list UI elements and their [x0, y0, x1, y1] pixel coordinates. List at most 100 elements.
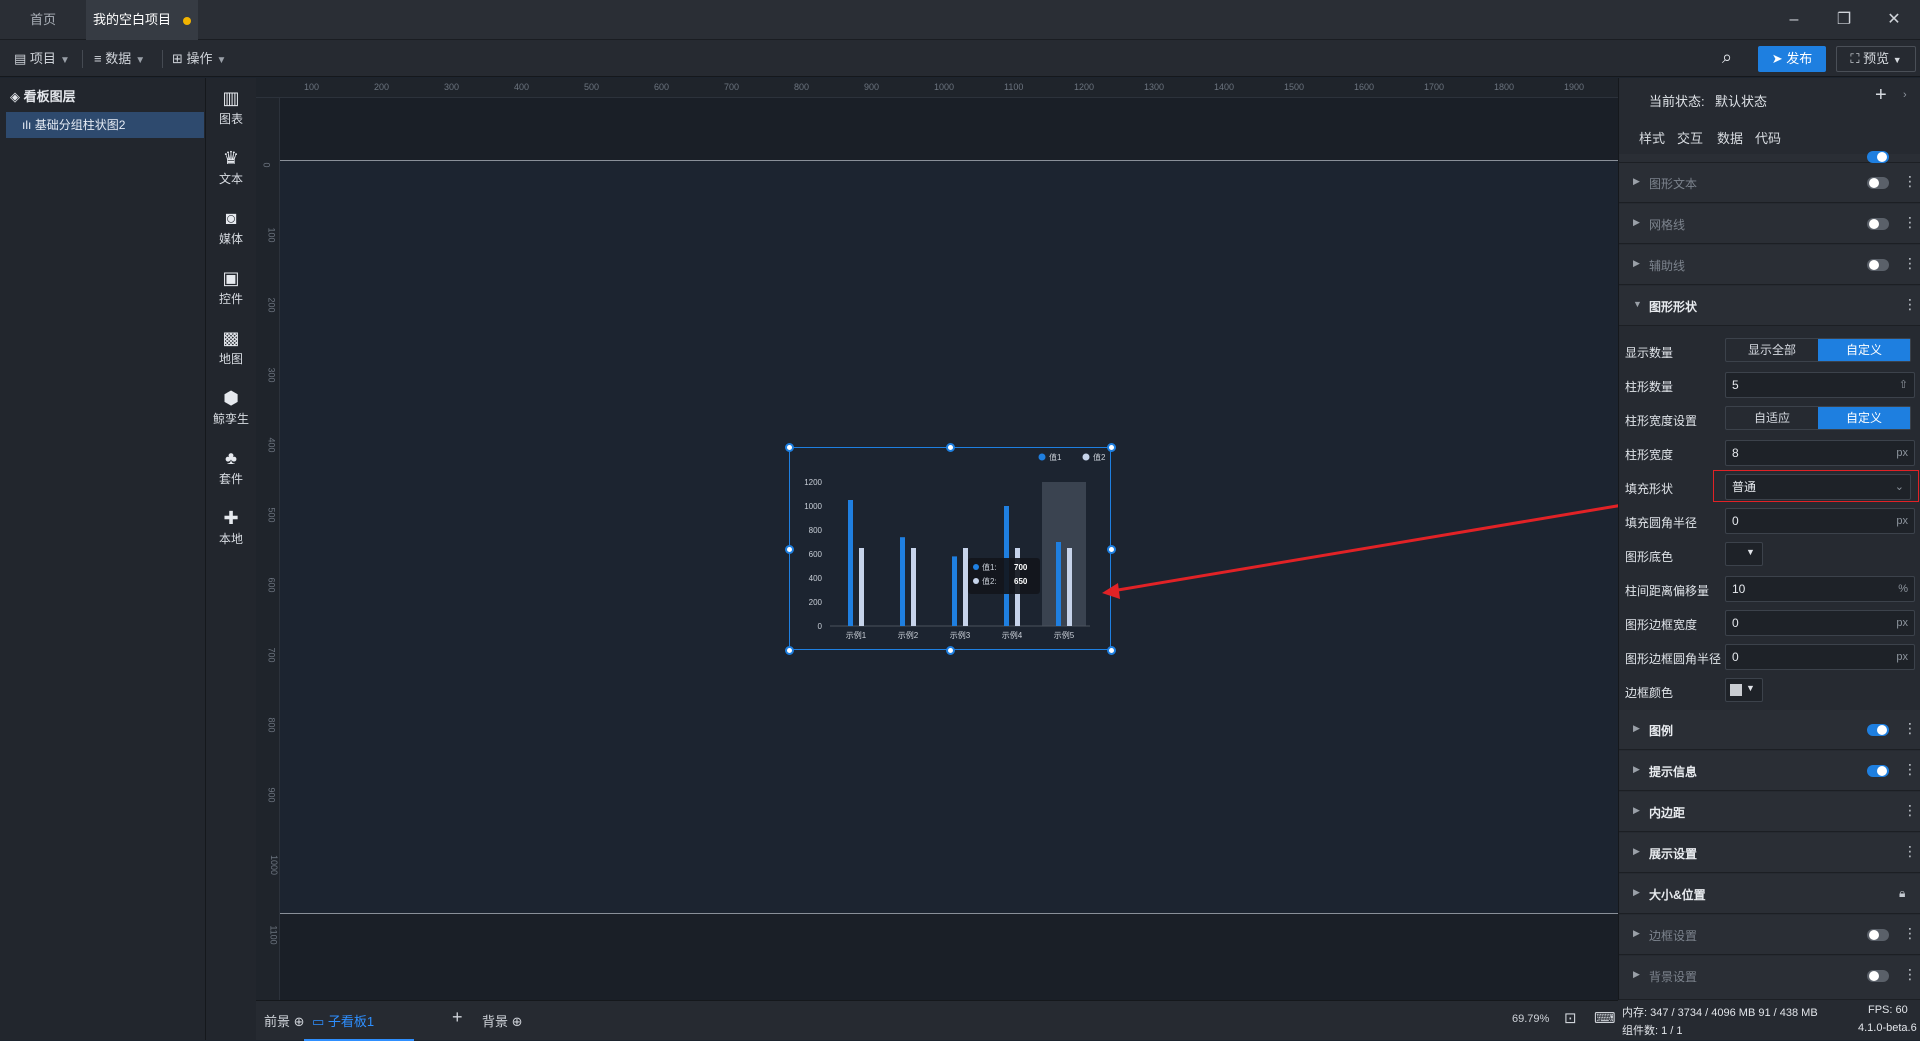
menu-project[interactable]: ▤ 项目 ▼ — [8, 48, 76, 70]
component-chart[interactable]: ▥ 图表 — [206, 88, 256, 127]
tab-style[interactable]: 样式 — [1639, 128, 1665, 147]
menu-data[interactable]: ≡ 数据 ▼ — [88, 48, 151, 70]
section-padding[interactable]: ▶ 内边距 ⋮ — [1619, 792, 1920, 832]
section-label: 提示信息 — [1649, 765, 1698, 779]
section-toggle[interactable] — [1867, 259, 1889, 271]
section-legend[interactable]: ▶ 图例 ⋮ — [1619, 710, 1920, 750]
section-toggle[interactable] — [1867, 929, 1889, 941]
highlight-box — [1713, 470, 1919, 502]
component-media[interactable]: ◙ 媒体 — [206, 208, 256, 247]
segment-option[interactable]: 自适应 — [1726, 407, 1818, 429]
publish-button[interactable]: ➤ 发布 — [1758, 46, 1826, 72]
border-color-picker[interactable]: ▼ — [1725, 678, 1763, 702]
database-icon: ≡ — [94, 51, 102, 66]
arrow-head — [1102, 583, 1120, 599]
more-icon[interactable]: ⋮ — [1903, 761, 1917, 778]
input-unit: px — [1896, 447, 1908, 459]
more-icon[interactable]: ⋮ — [1903, 843, 1917, 860]
section-toggle[interactable] — [1867, 724, 1889, 736]
bar-count-input[interactable]: 5 ⇧ — [1725, 372, 1915, 398]
section-gridline[interactable]: ▶ 网格线 ⋮ — [1619, 204, 1920, 244]
menu-operation[interactable]: ⊞ 操作 ▼ — [166, 48, 232, 70]
fill-radius-input[interactable]: 0 px — [1725, 508, 1915, 534]
segment-option[interactable]: 显示全部 — [1726, 339, 1818, 361]
more-icon[interactable]: ⋮ — [1903, 966, 1917, 983]
search-icon[interactable]: ⌕ — [1722, 47, 1732, 68]
tab-foreground[interactable]: 前景 ⊕ — [264, 1011, 305, 1030]
input-value: 5 — [1732, 378, 1739, 392]
add-circle-icon[interactable]: ⊕ — [294, 1014, 305, 1029]
local-icon: ✚ — [223, 508, 239, 528]
fps-status: FPS: 60 — [1868, 1004, 1908, 1016]
add-state-icon[interactable]: + — [1875, 84, 1887, 107]
tab-data[interactable]: 数据 — [1717, 128, 1743, 147]
chevron-right-icon[interactable]: › — [1903, 89, 1907, 101]
section-tooltip[interactable]: ▶ 提示信息 ⋮ — [1619, 751, 1920, 791]
component-map[interactable]: ▩ 地图 — [206, 328, 256, 367]
tab-interaction[interactable]: 交互 — [1677, 128, 1703, 147]
canvas-area[interactable]: 100 200 300 400 500 600 700 800 900 1000 1100 1200 1… — [256, 78, 1618, 1000]
segment-option[interactable]: 自定义 — [1818, 407, 1910, 429]
caret-right-icon: ▶ — [1633, 176, 1640, 186]
component-local[interactable]: ✚ 本地 — [206, 508, 256, 547]
close-icon[interactable]: ✕ — [1880, 8, 1908, 32]
border-radius-input[interactable]: 0 px — [1725, 644, 1915, 670]
section-size-position[interactable]: ▶ 大小&位置 🔒︎ — [1619, 874, 1920, 914]
border-width-input[interactable]: 0 px — [1725, 610, 1915, 636]
publish-label: 发布 — [1786, 51, 1813, 66]
section-toggle[interactable] — [1867, 177, 1889, 189]
tab-project[interactable]: 我的空白项目 — [86, 0, 198, 40]
segment-option[interactable]: 自定义 — [1818, 339, 1910, 361]
more-icon[interactable]: ⋮ — [1903, 802, 1917, 819]
add-circle-icon[interactable]: ⊕ — [512, 1014, 523, 1029]
bar-width-segment: 自适应 自定义 — [1725, 406, 1911, 430]
bar-offset-input[interactable]: 10% — [1725, 576, 1915, 602]
tab-subboard[interactable]: ▭ 子看板1 — [312, 1011, 374, 1030]
component-control[interactable]: ▣ 控件 — [206, 268, 256, 307]
fit-screen-icon[interactable]: ⊡ — [1564, 1009, 1577, 1027]
section-toggle[interactable] — [1867, 970, 1889, 982]
keyboard-icon[interactable]: ⌨ — [1594, 1009, 1616, 1027]
prop-label: 图形边框宽度 — [1625, 618, 1698, 632]
restore-icon[interactable]: ❐ — [1830, 8, 1858, 32]
state-value[interactable]: 默认状态 — [1715, 91, 1767, 110]
layer-item[interactable]: ılı 基础分组柱状图2 — [6, 112, 204, 138]
tab-code[interactable]: 代码 — [1755, 128, 1781, 147]
caret-right-icon: ▶ — [1633, 846, 1640, 856]
bar-chart-icon: ılı — [22, 118, 32, 132]
section-toggle[interactable] — [1867, 765, 1889, 777]
section-background[interactable]: ▶ 背景设置 ⋮ — [1619, 956, 1920, 1000]
bar-width-input[interactable]: 8 px — [1725, 440, 1915, 466]
stepper-up-icon[interactable]: ⇧ — [1899, 373, 1908, 397]
section-label: 图例 — [1649, 724, 1674, 738]
tab-background[interactable]: 背景 ⊕ — [482, 1011, 523, 1030]
add-board-button[interactable]: + — [452, 1007, 463, 1028]
section-border[interactable]: ▶ 边框设置 ⋮ — [1619, 915, 1920, 955]
preview-button[interactable]: ⛶ 预览 ▼ — [1836, 46, 1916, 72]
section-label: 图形形状 — [1649, 300, 1698, 314]
tab-home[interactable]: 首页 — [0, 0, 86, 40]
shape-bg-color-picker[interactable]: ▼ — [1725, 542, 1763, 566]
more-icon[interactable]: ⋮ — [1903, 173, 1917, 190]
section-toggle[interactable] — [1867, 151, 1889, 163]
section-shape[interactable]: ▼ 图形形状 ⋮ — [1619, 286, 1920, 326]
more-icon[interactable]: ⋮ — [1903, 720, 1917, 737]
section-guideline[interactable]: ▶ 辅助线 ⋮ — [1619, 245, 1920, 285]
fullscreen-icon: ⛶ — [1850, 51, 1860, 66]
component-bar: ▥ 图表 ♛ 文本 ◙ 媒体 ▣ 控件 ▩ 地图 ⬢ 鲸孪生 ♣ 套件 ✚ 本地 — [206, 78, 256, 1040]
more-icon[interactable]: ⋮ — [1903, 214, 1917, 231]
lock-icon[interactable]: 🔒︎ — [1899, 886, 1905, 901]
prop-bar-width: 柱形宽度 8 px — [1619, 436, 1920, 470]
component-text[interactable]: ♛ 文本 — [206, 148, 256, 187]
component-twin[interactable]: ⬢ 鲸孪生 — [206, 388, 256, 427]
more-icon[interactable]: ⋮ — [1903, 925, 1917, 942]
more-icon[interactable]: ⋮ — [1903, 296, 1917, 313]
component-kit[interactable]: ♣ 套件 — [206, 448, 256, 487]
prop-label: 图形边框圆角半径 — [1625, 652, 1722, 666]
more-icon[interactable]: ⋮ — [1903, 255, 1917, 272]
component-label: 控件 — [218, 292, 243, 306]
section-display[interactable]: ▶ 展示设置 ⋮ — [1619, 833, 1920, 873]
section-shape-text[interactable]: ▶ 图形文本 ⋮ — [1619, 163, 1920, 203]
minimize-icon[interactable]: – — [1780, 8, 1808, 32]
section-toggle[interactable] — [1867, 218, 1889, 230]
